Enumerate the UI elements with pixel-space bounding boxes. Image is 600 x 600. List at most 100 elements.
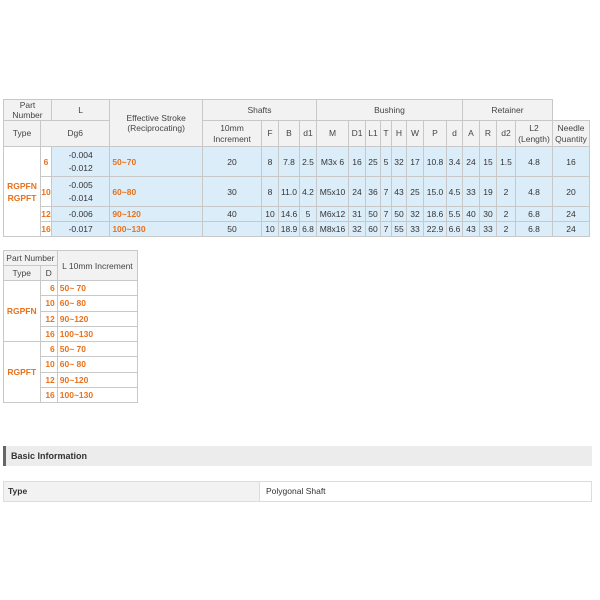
table-cell-tol: -0.006 (50, 206, 111, 222)
table-cell-d: 16 (39, 325, 58, 343)
table-cell-l: 50~ 70 (56, 340, 139, 358)
table-cell: 43 (391, 176, 407, 207)
table-cell: 4.2 (299, 176, 317, 207)
table-cell-l: 60~80 (109, 176, 203, 207)
table-cell-tol: -0.005 -0.014 (50, 176, 111, 207)
table-cell: 7 (380, 221, 392, 237)
table-cell-d: 10 (39, 356, 58, 373)
table-cell-d: 12 (40, 206, 52, 222)
table-cell: 18.6 (423, 206, 447, 222)
table-cell-stroke: 50 (202, 221, 262, 237)
table-cell: 40 (462, 206, 480, 222)
table-cell: 10.8 (423, 146, 447, 177)
table-cell-stroke: 20 (202, 146, 262, 177)
table-cell: 19 (479, 176, 497, 207)
table-cell: 11.0 (278, 176, 300, 207)
table-cell: 33 (462, 176, 480, 207)
table-cell: 32 (391, 146, 407, 177)
info-value: Polygonal Shaft (266, 486, 326, 496)
table-cell: 50 (391, 206, 407, 222)
table-cell: 32 (348, 221, 366, 237)
table-cell: M8x16 (316, 221, 349, 237)
table-cell: 33 (406, 221, 424, 237)
table-cell: 1.5 (496, 146, 516, 177)
table-cell: 16 (348, 146, 366, 177)
table-cell: 5.5 (446, 206, 463, 222)
table-cell-l: 100~130 (109, 221, 203, 237)
header-f: F (261, 120, 279, 147)
table-cell: 33 (479, 221, 497, 237)
table-cell: 24 (552, 206, 590, 222)
table-cell: 32 (406, 206, 424, 222)
table-cell-stroke: 40 (202, 206, 262, 222)
table-cell: 7.8 (278, 146, 300, 177)
table-cell: 2 (496, 176, 516, 207)
table-cell: 18.9 (278, 221, 300, 237)
table-cell: 3.4 (446, 146, 463, 177)
table-cell: 5 (299, 206, 317, 222)
header-part-number: Part Number (3, 99, 52, 121)
table-cell: 14.6 (278, 206, 300, 222)
table-cell: 16 (552, 146, 590, 177)
table-cell-l: 50~ 70 (56, 279, 139, 297)
header-type: Type (3, 120, 41, 147)
table-cell: 6.8 (299, 221, 317, 237)
header-b: B (278, 120, 300, 147)
table-cell: M3x 6 (316, 146, 349, 177)
table-cell: 24 (462, 146, 480, 177)
info-label: Type (4, 482, 260, 501)
table-cell: 25 (406, 176, 424, 207)
header-l: L (50, 99, 111, 121)
table-cell-d: 10 (39, 295, 58, 312)
table-cell: M5x10 (316, 176, 349, 207)
table-cell: 6.8 (515, 221, 553, 237)
table-cell: 55 (391, 221, 407, 237)
header-R: R (479, 120, 497, 147)
header-d: D (39, 265, 58, 281)
table-cell: 24 (348, 176, 366, 207)
table-cell-d: 12 (39, 310, 58, 327)
table-cell: M6x12 (316, 206, 349, 222)
table-cell-d: 10 (40, 176, 52, 207)
basic-information-heading: Basic Information (3, 446, 592, 466)
table-cell: 25 (365, 146, 381, 177)
table-cell: 36 (365, 176, 381, 207)
table-cell: 24 (552, 221, 590, 237)
table-cell-d: 6 (40, 146, 52, 177)
table-cell-l: 60~ 80 (56, 356, 139, 373)
header-stroke: Effective Stroke (Reciprocating) (109, 99, 203, 147)
header-A: A (462, 120, 480, 147)
header-d: d (446, 120, 463, 147)
header-type: Type (3, 265, 41, 281)
header-d2: d2 (496, 120, 516, 147)
header-part-number: Part Number (3, 250, 58, 266)
table-cell: 7 (380, 206, 392, 222)
table-cell: 20 (552, 176, 590, 207)
type-cell: RGPFN RGPFT (3, 146, 41, 237)
header-d1: d1 (299, 120, 317, 147)
table-cell: 8 (261, 146, 279, 177)
table-cell: 4.8 (515, 176, 553, 207)
table-cell: 60 (365, 221, 381, 237)
table-cell-d: 6 (39, 279, 58, 297)
table-cell-tol: -0.004 -0.012 (50, 146, 111, 177)
table-cell: 4.5 (446, 176, 463, 207)
table-cell: 17 (406, 146, 424, 177)
table-cell-l: 50~70 (109, 146, 203, 177)
table-cell: 7 (380, 176, 392, 207)
header-T: T (380, 120, 392, 147)
part-number-table: Part Number L 10mm Increment Type D RGPF… (3, 250, 139, 404)
table-cell-l: 100~130 (56, 386, 139, 404)
table-cell: 2.5 (299, 146, 317, 177)
spec-table: Part Number L Effective Stroke (Reciproca… (3, 99, 590, 237)
type-cell: RGPFT (3, 341, 41, 403)
table-cell-tol: -0.017 (50, 221, 111, 237)
info-row-type: Type Polygonal Shaft (3, 481, 592, 502)
table-cell: 5 (380, 146, 392, 177)
table-cell-l: 100~130 (56, 325, 139, 343)
header-dg6: Dg6 (39, 120, 111, 147)
table-cell: 2 (496, 221, 516, 237)
table-cell: 30 (479, 206, 497, 222)
table-cell: 8 (261, 176, 279, 207)
table-cell-stroke: 30 (202, 176, 262, 207)
